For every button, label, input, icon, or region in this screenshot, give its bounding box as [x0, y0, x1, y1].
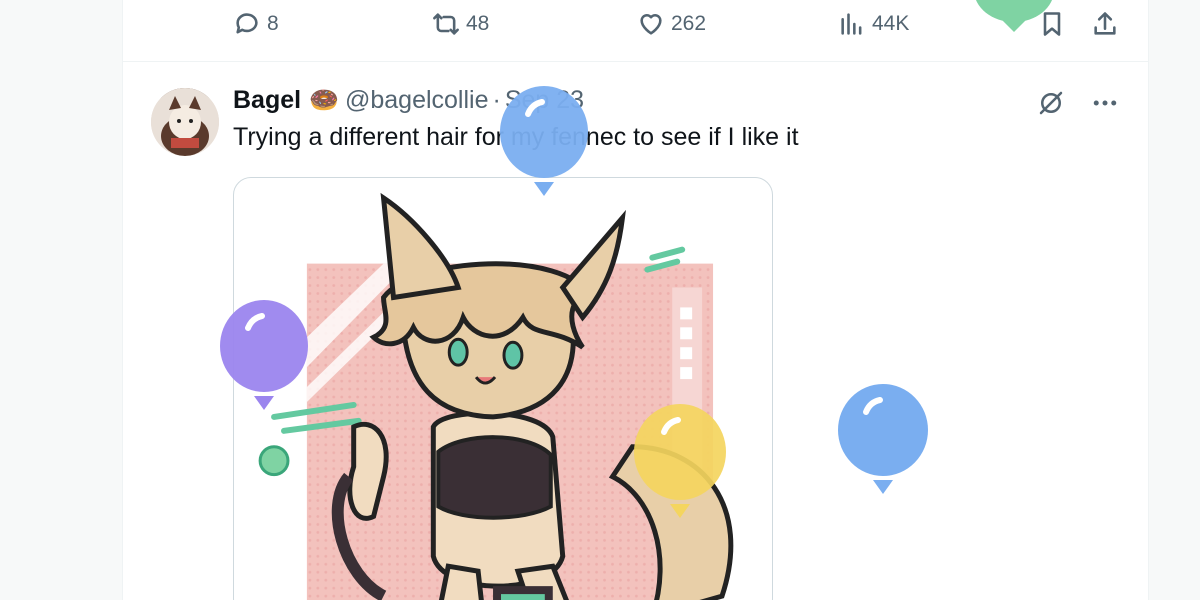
- display-name[interactable]: Bagel: [233, 86, 301, 115]
- balloon-blue-top-decoration: [498, 84, 590, 202]
- more-options-icon[interactable]: [1090, 88, 1120, 118]
- share-icon: [1094, 12, 1116, 35]
- handle[interactable]: @bagelcollie: [345, 86, 489, 115]
- like-count: 262: [671, 12, 707, 35]
- balloon-purple-decoration: [218, 298, 310, 416]
- like-button[interactable]: 262: [637, 8, 706, 40]
- views-count: 44K: [872, 12, 910, 35]
- tweet-media-image[interactable]: [233, 177, 773, 600]
- heart-icon: [640, 14, 662, 35]
- reply-icon: [236, 13, 258, 34]
- tweet-header-actions: [1036, 88, 1120, 118]
- balloon-yellow-decoration: [632, 402, 728, 522]
- balloon-green-decoration: [972, 0, 1056, 36]
- views-button[interactable]: 44K: [838, 8, 909, 40]
- retweet-button[interactable]: 48: [432, 8, 489, 40]
- retweet-count: 48: [466, 12, 490, 35]
- share-button[interactable]: [1091, 8, 1119, 40]
- analytics-icon: [841, 13, 862, 35]
- reply-count: 8: [267, 12, 279, 35]
- retweet-icon: [433, 13, 459, 35]
- grok-icon[interactable]: [1036, 88, 1066, 118]
- reply-button[interactable]: 8: [233, 8, 279, 40]
- fennec-artwork: [258, 192, 734, 600]
- donut-emoji: 🍩: [309, 87, 339, 114]
- balloon-blue-right-decoration: [836, 382, 930, 500]
- avatar[interactable]: [151, 88, 219, 156]
- avatar-image: [151, 88, 219, 156]
